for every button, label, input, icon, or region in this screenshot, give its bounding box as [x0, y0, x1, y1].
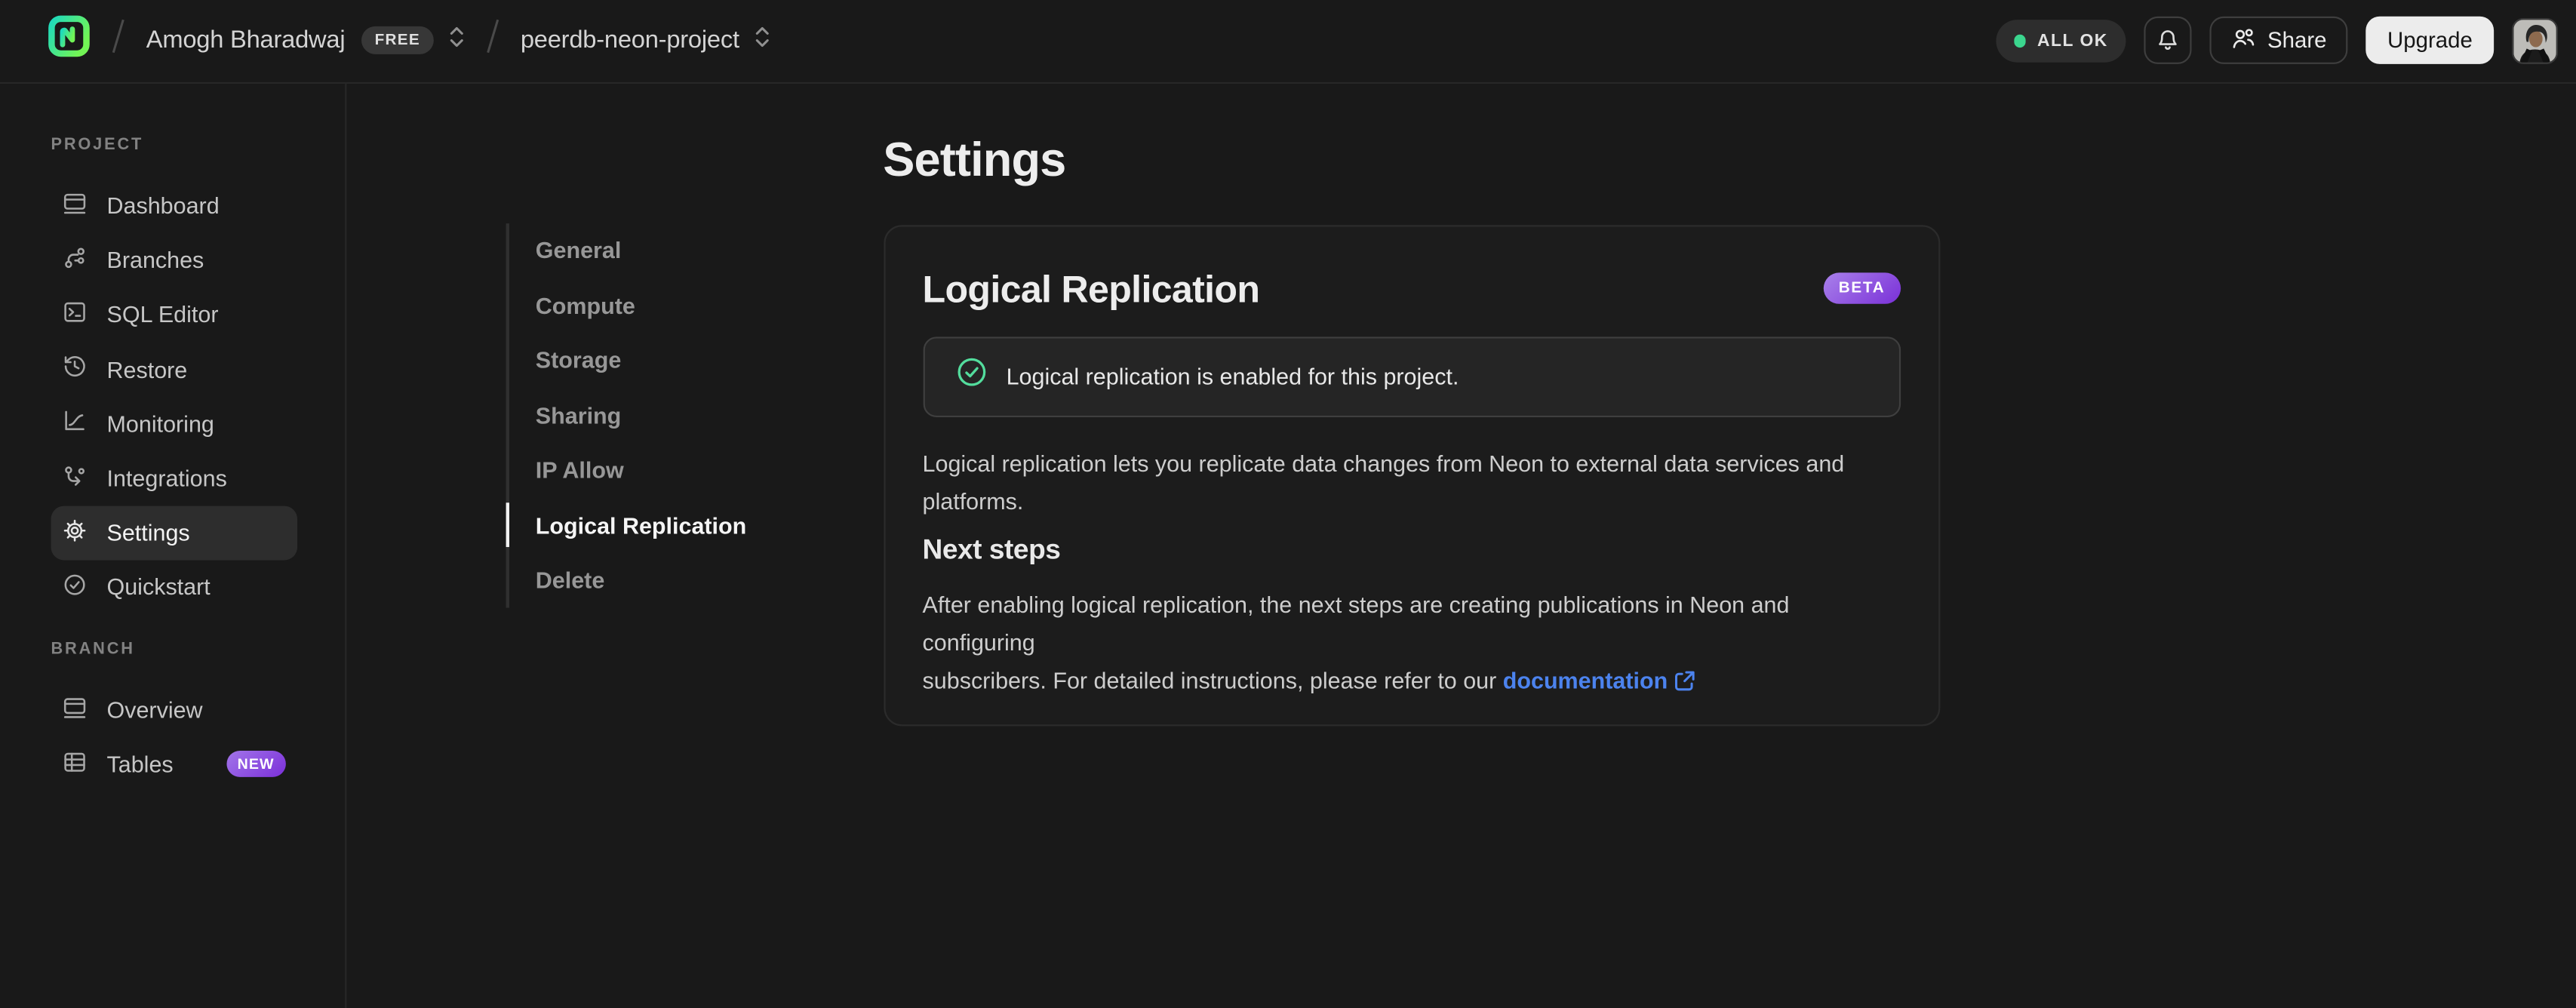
next-steps-paragraph: After enabling logical replication, the …: [923, 585, 1900, 702]
breadcrumb-project-name[interactable]: peerdb-neon-project: [521, 26, 739, 54]
sidebar-item-overview[interactable]: Overview: [51, 683, 297, 737]
new-badge: NEW: [226, 751, 286, 778]
terminal-icon: [63, 299, 88, 330]
sidebar-item-label: Monitoring: [106, 410, 214, 437]
sidebar-item-dashboard[interactable]: Dashboard: [51, 178, 297, 232]
replication-description: Logical replication lets you replicate d…: [922, 449, 1845, 514]
sidebar-item-label: Restore: [106, 355, 188, 383]
breadcrumb-org-name[interactable]: Amogh Bharadwaj: [146, 26, 346, 54]
share-label: Share: [2267, 28, 2327, 54]
sidebar-item-label: Settings: [106, 519, 190, 546]
breadcrumb-separator: [486, 18, 499, 63]
documentation-link-label: documentation: [1502, 665, 1668, 693]
app-body: PROJECT Dashboard Branches SQL Editor Re…: [0, 82, 2576, 1008]
upgrade-button[interactable]: Upgrade: [2365, 17, 2495, 65]
chart-icon: [63, 408, 88, 439]
settings-nav-storage[interactable]: Storage: [509, 333, 746, 388]
card-title: Logical Replication: [922, 266, 1260, 310]
settings-nav-compute[interactable]: Compute: [509, 278, 746, 333]
history-icon: [63, 353, 88, 384]
project-selector-chevrons-icon[interactable]: [754, 24, 770, 57]
plan-badge: FREE: [361, 26, 434, 55]
status-label: ALL OK: [2037, 30, 2108, 51]
bell-icon: [2156, 26, 2181, 55]
sidebar-item-label: Overview: [106, 696, 203, 724]
window-icon: [63, 190, 88, 221]
gear-icon: [63, 517, 88, 548]
table-icon: [63, 748, 88, 779]
settings-nav-general[interactable]: General: [509, 223, 746, 278]
sidebar-item-sql-editor[interactable]: SQL Editor: [51, 287, 297, 342]
settings-content: Settings Logical Replication BETA Logica…: [883, 131, 1940, 726]
replication-enabled-alert: Logical replication is enabled for this …: [922, 336, 1901, 416]
neon-console: Amogh Bharadwaj FREE peerdb-neon-project…: [0, 0, 2576, 1008]
sidebar-item-label: SQL Editor: [106, 301, 219, 328]
breadcrumb-separator: [112, 18, 124, 63]
sidebar: PROJECT Dashboard Branches SQL Editor Re…: [0, 82, 346, 1008]
notifications-button[interactable]: [2144, 17, 2192, 65]
topbar: Amogh Bharadwaj FREE peerdb-neon-project…: [0, 0, 2576, 83]
settings-nav-ip-allow[interactable]: IP Allow: [509, 443, 746, 498]
sidebar-item-label: Quickstart: [106, 573, 211, 601]
success-check-circle-icon: [955, 356, 986, 395]
sidebar-section-project: PROJECT: [51, 136, 144, 155]
sidebar-item-restore[interactable]: Restore: [51, 342, 297, 396]
beta-badge: BETA: [1824, 272, 1901, 304]
main-area: General Compute Storage Sharing IP Allow…: [346, 83, 2576, 1008]
status-pill[interactable]: ALL OK: [1995, 19, 2126, 63]
share-button[interactable]: Share: [2209, 17, 2348, 65]
org-selector-chevrons-icon[interactable]: [448, 24, 465, 57]
neon-logo-icon[interactable]: [48, 15, 91, 66]
settings-nav: General Compute Storage Sharing IP Allow…: [506, 223, 746, 608]
user-avatar[interactable]: [2512, 17, 2559, 64]
settings-nav-delete[interactable]: Delete: [509, 553, 746, 608]
sidebar-project-list: Dashboard Branches SQL Editor Restore Mo…: [0, 178, 344, 614]
users-icon: [2231, 26, 2256, 55]
settings-nav-sharing[interactable]: Sharing: [509, 388, 746, 443]
sidebar-item-monitoring[interactable]: Monitoring: [51, 396, 297, 450]
branches-icon: [63, 244, 88, 275]
page-title: Settings: [883, 134, 1066, 188]
topbar-actions: ALL OK Share Upgrade: [1995, 17, 2559, 65]
sidebar-item-quickstart[interactable]: Quickstart: [51, 560, 297, 614]
sidebar-item-branches[interactable]: Branches: [51, 232, 297, 287]
alert-text: Logical replication is enabled for this …: [1006, 363, 1459, 390]
logical-replication-card: Logical Replication BETA Logical replica…: [883, 224, 1940, 726]
sidebar-item-label: Dashboard: [106, 192, 220, 219]
status-dot-icon: [2013, 34, 2026, 48]
sidebar-item-integrations[interactable]: Integrations: [51, 451, 297, 506]
documentation-link[interactable]: documentation: [1503, 666, 1695, 693]
sidebar-item-label: Integrations: [106, 465, 227, 492]
integrations-icon: [63, 463, 88, 493]
sidebar-item-label: Tables: [106, 751, 174, 778]
external-link-icon: [1674, 665, 1695, 702]
sidebar-item-tables[interactable]: Tables NEW: [51, 737, 297, 791]
sidebar-section-branch: BRANCH: [51, 641, 135, 659]
window-icon: [63, 694, 88, 725]
check-circle-icon: [63, 571, 88, 602]
sidebar-branch-list: Overview Tables NEW: [0, 683, 344, 792]
next-steps-title: Next steps: [922, 533, 1061, 564]
settings-nav-logical-replication[interactable]: Logical Replication: [506, 498, 746, 553]
sidebar-item-settings[interactable]: Settings: [51, 505, 298, 561]
sidebar-item-label: Branches: [106, 247, 204, 274]
